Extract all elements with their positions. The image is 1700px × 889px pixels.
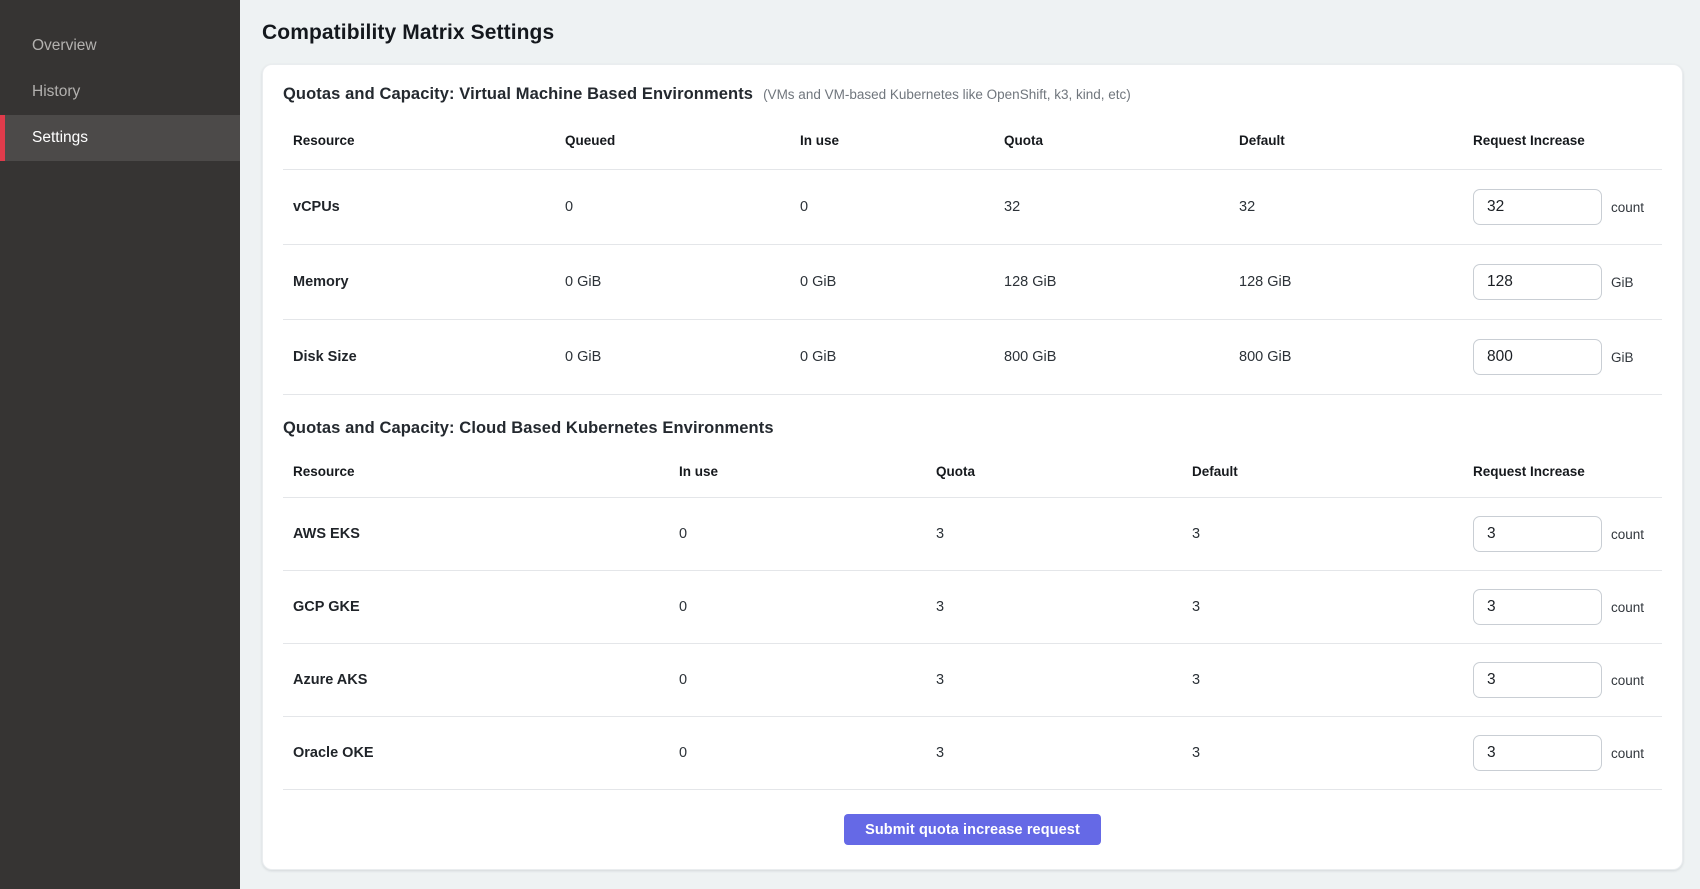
- request-increase-input-oracle-oke[interactable]: [1473, 735, 1602, 771]
- resource-name: AWS EKS: [283, 526, 679, 542]
- default-value: 800 GiB: [1239, 349, 1473, 365]
- column-header-in-use: In use: [679, 464, 936, 479]
- unit-label: count: [1611, 673, 1644, 688]
- default-value: 3: [1192, 745, 1473, 761]
- request-increase-input-gcp-gke[interactable]: [1473, 589, 1602, 625]
- table-row-vcpus: vCPUs 0 0 32 32 count: [283, 170, 1662, 245]
- submit-row: Submit quota increase request: [283, 790, 1662, 869]
- request-increase-input-disk-size[interactable]: [1473, 339, 1602, 375]
- request-increase-input-memory[interactable]: [1473, 264, 1602, 300]
- column-header-in-use: In use: [800, 133, 1004, 148]
- cloud-section-header: Quotas and Capacity: Cloud Based Kuberne…: [283, 419, 1662, 445]
- unit-label: GiB: [1611, 275, 1634, 290]
- request-increase-cell: GiB: [1473, 264, 1662, 300]
- column-header-queued: Queued: [565, 133, 800, 148]
- default-value: 128 GiB: [1239, 274, 1473, 290]
- column-header-resource: Resource: [283, 464, 679, 479]
- request-increase-input-aws-eks[interactable]: [1473, 516, 1602, 552]
- quota-value: 128 GiB: [1004, 274, 1239, 290]
- sidebar-item-label: Overview: [32, 37, 97, 55]
- table-row-disk-size: Disk Size 0 GiB 0 GiB 800 GiB 800 GiB Gi…: [283, 320, 1662, 395]
- unit-label: GiB: [1611, 350, 1634, 365]
- request-increase-cell: count: [1473, 589, 1662, 625]
- column-header-default: Default: [1239, 133, 1473, 148]
- resource-name: vCPUs: [283, 199, 565, 215]
- quota-value: 3: [936, 526, 1192, 542]
- cloud-section-title: Quotas and Capacity: Cloud Based Kuberne…: [283, 419, 774, 438]
- resource-name: Azure AKS: [283, 672, 679, 688]
- resource-name: Disk Size: [283, 349, 565, 365]
- column-header-default: Default: [1192, 464, 1473, 479]
- vm-table-header: Resource Queued In use Quota Default Req…: [283, 111, 1662, 170]
- column-header-request-increase: Request Increase: [1473, 133, 1662, 148]
- sidebar-item-label: Settings: [32, 129, 88, 147]
- main-content: Compatibility Matrix Settings Quotas and…: [240, 0, 1700, 889]
- default-value: 3: [1192, 526, 1473, 542]
- cloud-table-header: Resource In use Quota Default Request In…: [283, 445, 1662, 498]
- in-use-value: 0: [679, 672, 936, 688]
- in-use-value: 0: [800, 199, 1004, 215]
- vm-section-subtitle: (VMs and VM-based Kubernetes like OpenSh…: [763, 87, 1131, 102]
- default-value: 3: [1192, 599, 1473, 615]
- queued-value: 0: [565, 199, 800, 215]
- default-value: 32: [1239, 199, 1473, 215]
- request-increase-cell: count: [1473, 516, 1662, 552]
- in-use-value: 0 GiB: [800, 274, 1004, 290]
- quota-value: 32: [1004, 199, 1239, 215]
- column-header-quota: Quota: [936, 464, 1192, 479]
- quota-value: 3: [936, 672, 1192, 688]
- in-use-value: 0: [679, 745, 936, 761]
- in-use-value: 0: [679, 599, 936, 615]
- default-value: 3: [1192, 672, 1473, 688]
- unit-label: count: [1611, 746, 1644, 761]
- quota-value: 3: [936, 599, 1192, 615]
- sidebar-item-overview[interactable]: Overview: [0, 23, 240, 69]
- sidebar-item-settings[interactable]: Settings: [0, 115, 240, 161]
- resource-name: GCP GKE: [283, 599, 679, 615]
- active-indicator: [0, 115, 5, 161]
- quota-value: 3: [936, 745, 1192, 761]
- in-use-value: 0 GiB: [800, 349, 1004, 365]
- request-increase-cell: count: [1473, 662, 1662, 698]
- page-title: Compatibility Matrix Settings: [262, 18, 1683, 48]
- resource-name: Oracle OKE: [283, 745, 679, 761]
- submit-quota-increase-button[interactable]: Submit quota increase request: [844, 814, 1101, 845]
- column-header-resource: Resource: [283, 133, 565, 148]
- request-increase-input-azure-aks[interactable]: [1473, 662, 1602, 698]
- request-increase-cell: count: [1473, 735, 1662, 771]
- sidebar-item-history[interactable]: History: [0, 69, 240, 115]
- table-row-memory: Memory 0 GiB 0 GiB 128 GiB 128 GiB GiB: [283, 245, 1662, 320]
- unit-label: count: [1611, 527, 1644, 542]
- vm-section-title: Quotas and Capacity: Virtual Machine Bas…: [283, 85, 753, 104]
- table-row-oracle-oke: Oracle OKE 0 3 3 count: [283, 717, 1662, 790]
- vm-section-header: Quotas and Capacity: Virtual Machine Bas…: [283, 85, 1662, 111]
- request-increase-cell: GiB: [1473, 339, 1662, 375]
- column-header-request-increase: Request Increase: [1473, 464, 1662, 479]
- resource-name: Memory: [283, 274, 565, 290]
- settings-card: Quotas and Capacity: Virtual Machine Bas…: [262, 64, 1683, 870]
- request-increase-input-vcpus[interactable]: [1473, 189, 1602, 225]
- column-header-quota: Quota: [1004, 133, 1239, 148]
- unit-label: count: [1611, 600, 1644, 615]
- in-use-value: 0: [679, 526, 936, 542]
- request-increase-cell: count: [1473, 189, 1662, 225]
- queued-value: 0 GiB: [565, 274, 800, 290]
- table-row-aws-eks: AWS EKS 0 3 3 count: [283, 498, 1662, 571]
- queued-value: 0 GiB: [565, 349, 800, 365]
- unit-label: count: [1611, 200, 1644, 215]
- sidebar-item-label: History: [32, 83, 80, 101]
- table-row-gcp-gke: GCP GKE 0 3 3 count: [283, 571, 1662, 644]
- table-row-azure-aks: Azure AKS 0 3 3 count: [283, 644, 1662, 717]
- quota-value: 800 GiB: [1004, 349, 1239, 365]
- sidebar: Overview History Settings: [0, 0, 240, 889]
